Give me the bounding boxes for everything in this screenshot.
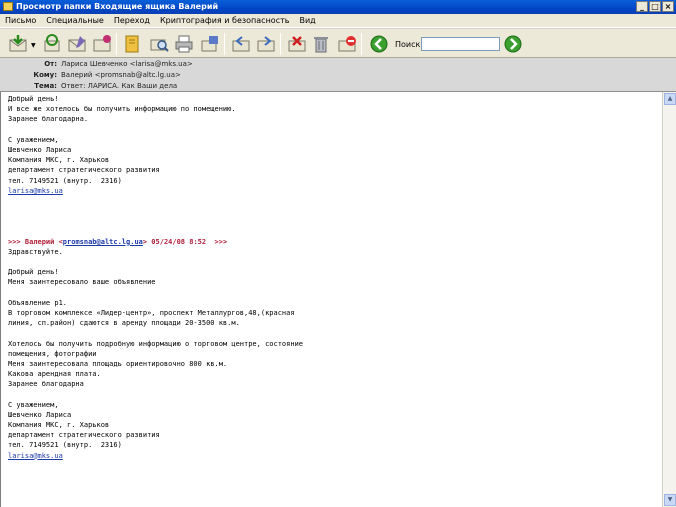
toolbar-divider [116, 33, 117, 55]
quoted-line: Шевченко Лариса [8, 410, 72, 419]
quoted-line [8, 288, 662, 298]
quoted-line: Заранее благодарна [8, 380, 84, 389]
reply-all-icon[interactable] [255, 33, 277, 55]
chevron-down-icon[interactable]: ▼ [31, 42, 36, 49]
menu-view[interactable]: Вид [298, 16, 316, 25]
quote-header: >>> Валерий <promsnab@altc.lg.ua> 05/24/… [8, 237, 228, 246]
menu-message[interactable]: Письмо [4, 16, 37, 25]
quoted-line: тел. 7149521 (внутр. 2316) [8, 441, 122, 450]
quoted-line: Хотелось бы получить подробную информаци… [8, 339, 304, 348]
toolbar-divider [224, 33, 225, 55]
window-title: Просмотр папки Входящие ящика Валерий [16, 2, 219, 11]
send-receive-icon[interactable] [41, 33, 63, 55]
find-mail-icon[interactable] [148, 33, 170, 55]
toolbar-divider [361, 33, 362, 55]
compose-icon[interactable] [66, 33, 88, 55]
delete-mail-icon[interactable] [286, 33, 308, 55]
reply-text: Добрый день! И все же хотелось бы получит… [8, 94, 662, 186]
quoted-line: С уважением, [8, 400, 59, 409]
subject-label: Тема: [34, 82, 57, 90]
vertical-scrollbar[interactable]: ▲ ▼ [662, 92, 676, 507]
subject-value: Ответ: ЛАРИСА. Как Ваши дела [61, 82, 178, 90]
quoted-line: Какова арендная плата. [8, 370, 101, 379]
quoted-line: Меня заинтересовала площадь ориентировоч… [8, 359, 228, 368]
address-book-icon[interactable] [121, 33, 143, 55]
reply-line [8, 125, 662, 135]
forward-mail-icon[interactable] [91, 33, 113, 55]
menu-bar: Письмо Специальные Переход Криптография … [0, 14, 676, 28]
minimize-button[interactable]: _ [636, 1, 648, 12]
search-label: Поиск: [395, 40, 424, 49]
quoted-line: Добрый день! [8, 268, 59, 277]
scroll-down-icon[interactable]: ▼ [664, 494, 676, 506]
trash-icon[interactable] [310, 33, 332, 55]
reply-line: Добрый день! [8, 95, 59, 103]
toolbar: ▼ Поиск: [0, 28, 676, 58]
reply-icon[interactable] [230, 33, 252, 55]
quoted-line [8, 389, 662, 399]
quoted-text: Здравствуйте. Добрый день! Меня заинтересо… [8, 247, 662, 451]
print-icon[interactable] [173, 33, 195, 55]
scroll-up-icon[interactable]: ▲ [664, 93, 676, 105]
quoted-line: линия, сп.район) сдаются в аренду площад… [8, 319, 240, 328]
reply-line: Заранее благодарна. [8, 115, 89, 124]
title-bar: Просмотр папки Входящие ящика Валерий _ … [0, 0, 676, 14]
quoted-line: Объявление р1. [8, 298, 68, 307]
quoted-line: помещения, фотографии [8, 349, 97, 358]
menu-crypto[interactable]: Криптография и безопасность [159, 16, 291, 25]
quote-email-link[interactable]: promsnab@altc.lg.ua [63, 238, 143, 246]
quoted-line: Меня заинтересовало ваше объявление [8, 278, 156, 287]
quoted-line: Компания МКС, г. Харьков [8, 421, 110, 429]
maximize-button[interactable]: □ [649, 1, 661, 12]
get-mail-icon[interactable] [7, 33, 29, 55]
to-value[interactable]: Валерий <promsnab@altc.lg.ua> [61, 70, 181, 81]
from-label: От: [44, 60, 57, 68]
toolbar-divider [280, 33, 281, 55]
menu-special[interactable]: Специальные [45, 16, 105, 25]
reply-line: И все же хотелось бы получить информацию… [8, 105, 236, 114]
message-headers: От: Лариса Шевченко <larisa@mks.ua> Кому… [0, 58, 676, 92]
message-body[interactable]: Добрый день! И все же хотелось бы получит… [0, 92, 662, 507]
quoted-line [8, 328, 662, 338]
app-icon [3, 2, 13, 11]
reply-line: тел. 7149521 (внутр. 2316) [8, 176, 122, 185]
quoted-email-link[interactable]: larisa@mks.ua [8, 452, 63, 460]
move-mail-icon[interactable] [199, 33, 221, 55]
reply-line: департамент стратегического развития [8, 166, 160, 175]
quoted-line: департамент стратегического развития [8, 431, 160, 440]
menu-go[interactable]: Переход [113, 16, 151, 25]
quoted-line: В торговом комплексе «Лидер-центр», прос… [8, 308, 295, 317]
reply-email-link[interactable]: larisa@mks.ua [8, 187, 63, 195]
to-label: Кому: [33, 71, 57, 79]
quoted-line: Здравствуйте. [8, 247, 63, 256]
from-value[interactable]: Лариса Шевченко <larisa@mks.ua> [61, 59, 193, 70]
go-arrow-icon[interactable] [502, 33, 524, 55]
junk-mail-icon[interactable] [336, 33, 358, 55]
reply-line: С уважением, [8, 135, 59, 144]
back-arrow-icon[interactable] [368, 33, 390, 55]
quoted-line [8, 257, 662, 267]
reply-line: Шевченко Лариса [8, 145, 72, 154]
search-input[interactable] [421, 37, 500, 51]
close-button[interactable]: × [662, 1, 674, 12]
reply-line: Компания МКС, г. Харьков [8, 156, 110, 165]
